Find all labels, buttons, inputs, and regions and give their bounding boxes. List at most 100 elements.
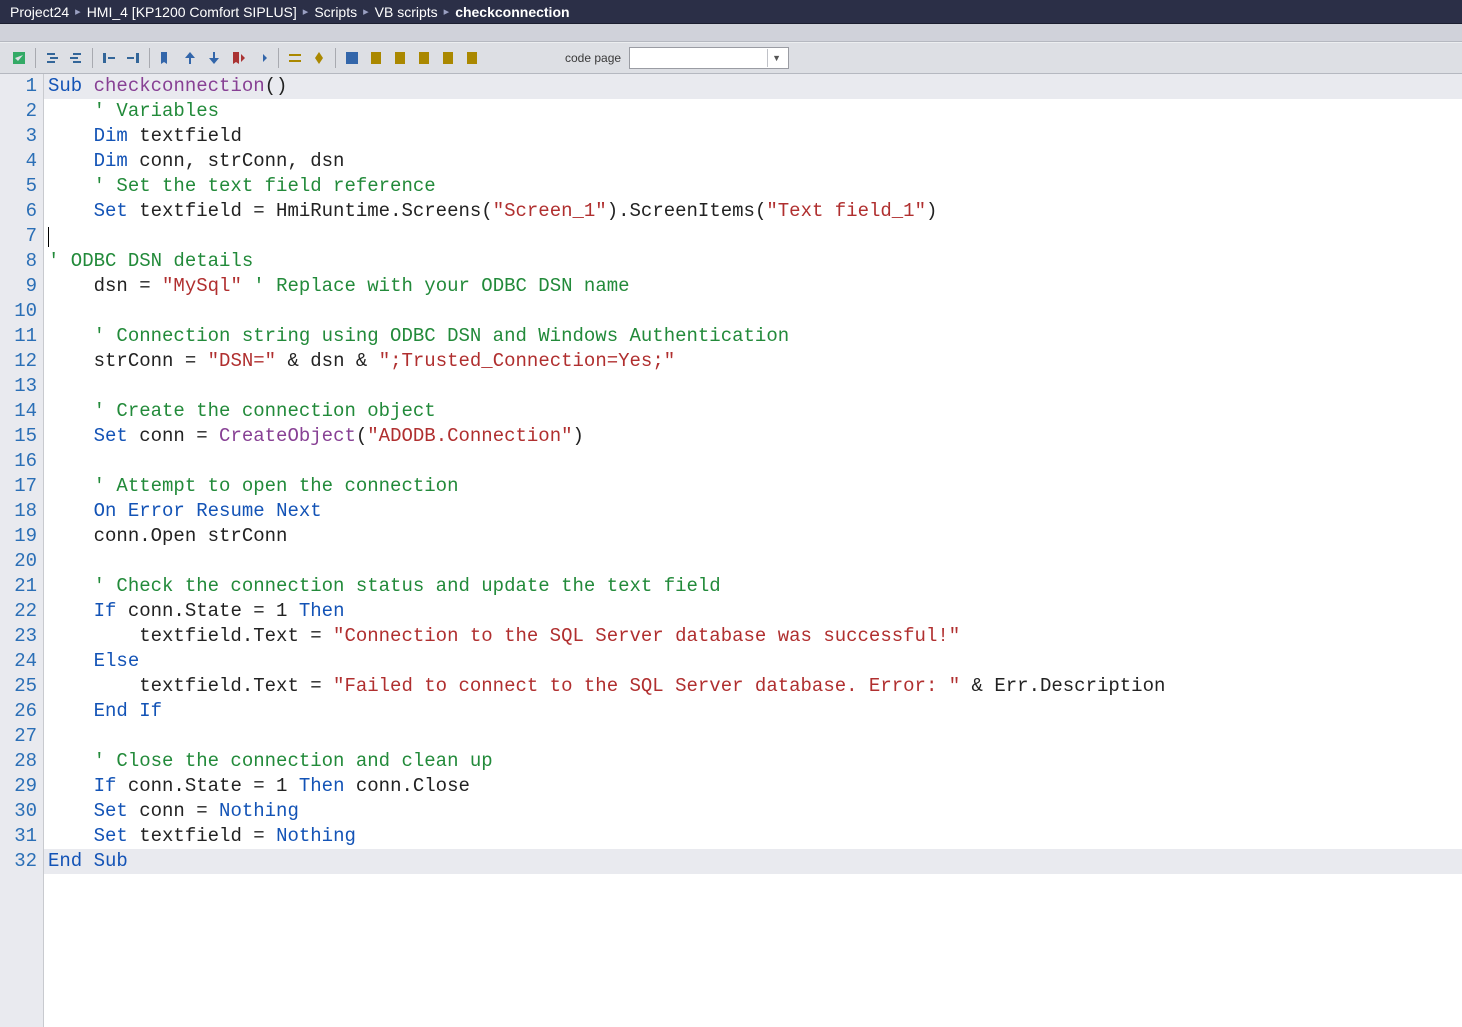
- token-n: (): [265, 75, 288, 97]
- code-line[interactable]: ' Set the text field reference: [48, 174, 1458, 199]
- code-line[interactable]: [48, 224, 1458, 249]
- token-k: If: [139, 700, 162, 722]
- code-line[interactable]: End If: [48, 699, 1458, 724]
- code-line[interactable]: [48, 374, 1458, 399]
- token-k: Set: [94, 800, 128, 822]
- code-line[interactable]: Dim textfield: [48, 124, 1458, 149]
- token-fn: checkconnection: [94, 75, 265, 97]
- code-line[interactable]: Set conn = CreateObject("ADODB.Connectio…: [48, 424, 1458, 449]
- token-n: strConn =: [48, 350, 208, 372]
- token-cm: ' Create the connection object: [94, 400, 436, 422]
- code-line[interactable]: Set textfield = Nothing: [48, 824, 1458, 849]
- toggle-icon[interactable]: [284, 47, 306, 69]
- code-line[interactable]: If conn.State = 1 Then conn.Close: [48, 774, 1458, 799]
- align-right-icon[interactable]: [122, 47, 144, 69]
- clear-bookmarks-icon[interactable]: [227, 47, 249, 69]
- code-line[interactable]: Set conn = Nothing: [48, 799, 1458, 824]
- token-n: textfield.Text =: [48, 675, 333, 697]
- line-number: 4: [10, 149, 37, 174]
- codepage-select[interactable]: ▼: [629, 47, 789, 69]
- insert-icon[interactable]: [308, 47, 330, 69]
- token-cm: ' ODBC DSN details: [48, 250, 253, 272]
- token-k: Sub: [94, 850, 128, 872]
- codepage-label: code page: [565, 51, 621, 65]
- breadcrumb-item[interactable]: checkconnection: [455, 4, 569, 20]
- toolbar-divider: [35, 48, 36, 68]
- breadcrumb-item[interactable]: Scripts: [314, 4, 357, 20]
- prev-bookmark-icon[interactable]: [179, 47, 201, 69]
- token-n: [242, 275, 253, 297]
- code-line[interactable]: Else: [48, 649, 1458, 674]
- line-number: 24: [10, 649, 37, 674]
- code-line[interactable]: [48, 449, 1458, 474]
- code-line[interactable]: On Error Resume Next: [48, 499, 1458, 524]
- bookmark-icon[interactable]: [155, 47, 177, 69]
- toolbar: code page ▼: [0, 42, 1462, 74]
- token-n: conn =: [128, 425, 219, 447]
- code-line[interactable]: ' ODBC DSN details: [48, 249, 1458, 274]
- token-k: Error: [128, 500, 185, 522]
- code-line[interactable]: dsn = "MySql" ' Replace with your ODBC D…: [48, 274, 1458, 299]
- code-line[interactable]: textfield.Text = "Connection to the SQL …: [48, 624, 1458, 649]
- script-4-icon[interactable]: [437, 47, 459, 69]
- token-n: conn =: [128, 800, 219, 822]
- script-3-icon[interactable]: [413, 47, 435, 69]
- code-line[interactable]: [48, 549, 1458, 574]
- line-number: 23: [10, 624, 37, 649]
- indent-right-icon[interactable]: [41, 47, 63, 69]
- code-line[interactable]: [48, 724, 1458, 749]
- code-line[interactable]: If conn.State = 1 Then: [48, 599, 1458, 624]
- toolbar-divider: [92, 48, 93, 68]
- token-cm: ' Replace with your ODBC DSN name: [253, 275, 629, 297]
- check-icon[interactable]: [8, 47, 30, 69]
- toolbar-divider: [335, 48, 336, 68]
- script-2-icon[interactable]: [389, 47, 411, 69]
- go-to-icon[interactable]: [251, 47, 273, 69]
- code-area[interactable]: Sub checkconnection() ' Variables Dim te…: [44, 74, 1462, 1027]
- code-line[interactable]: Dim conn, strConn, dsn: [48, 149, 1458, 174]
- line-number: 31: [10, 824, 37, 849]
- code-line[interactable]: [48, 299, 1458, 324]
- breadcrumb-item[interactable]: HMI_4 [KP1200 Comfort SIPLUS]: [87, 4, 297, 20]
- code-line[interactable]: Sub checkconnection(): [44, 74, 1462, 99]
- code-line[interactable]: strConn = "DSN=" & dsn & ";Trusted_Conne…: [48, 349, 1458, 374]
- object-browser-icon[interactable]: [341, 47, 363, 69]
- token-n: [48, 325, 94, 347]
- next-bookmark-icon[interactable]: [203, 47, 225, 69]
- token-n: [48, 775, 94, 797]
- line-number: 6: [10, 199, 37, 224]
- breadcrumb-separator-icon: ▸: [303, 5, 309, 18]
- token-n: textfield =: [128, 825, 276, 847]
- code-line[interactable]: textfield.Text = "Failed to connect to t…: [48, 674, 1458, 699]
- token-n: [48, 100, 94, 122]
- token-n: [82, 75, 93, 97]
- code-line[interactable]: ' Close the connection and clean up: [48, 749, 1458, 774]
- token-n: [265, 500, 276, 522]
- breadcrumb-item[interactable]: VB scripts: [375, 4, 438, 20]
- line-number: 2: [10, 99, 37, 124]
- code-line[interactable]: conn.Open strConn: [48, 524, 1458, 549]
- code-line[interactable]: End Sub: [44, 849, 1462, 874]
- line-number: 18: [10, 499, 37, 524]
- token-n: conn.Open strConn: [48, 525, 287, 547]
- code-line[interactable]: ' Connection string using ODBC DSN and W…: [48, 324, 1458, 349]
- script-5-icon[interactable]: [461, 47, 483, 69]
- indent-left-icon[interactable]: [65, 47, 87, 69]
- token-k: Dim: [94, 125, 128, 147]
- token-s: "MySql": [162, 275, 242, 297]
- breadcrumb-item[interactable]: Project24: [10, 4, 69, 20]
- code-line[interactable]: ' Check the connection status and update…: [48, 574, 1458, 599]
- line-number: 14: [10, 399, 37, 424]
- token-n: [185, 500, 196, 522]
- token-n: conn, strConn, dsn: [128, 150, 345, 172]
- script-1-icon[interactable]: [365, 47, 387, 69]
- code-line[interactable]: ' Variables: [48, 99, 1458, 124]
- token-s: "Text field_1": [766, 200, 926, 222]
- align-left-icon[interactable]: [98, 47, 120, 69]
- code-line[interactable]: Set textfield = HmiRuntime.Screens("Scre…: [48, 199, 1458, 224]
- code-line[interactable]: ' Attempt to open the connection: [48, 474, 1458, 499]
- token-n: ): [926, 200, 937, 222]
- code-line[interactable]: ' Create the connection object: [48, 399, 1458, 424]
- token-n: dsn =: [48, 275, 162, 297]
- token-s: "Connection to the SQL Server database w…: [333, 625, 960, 647]
